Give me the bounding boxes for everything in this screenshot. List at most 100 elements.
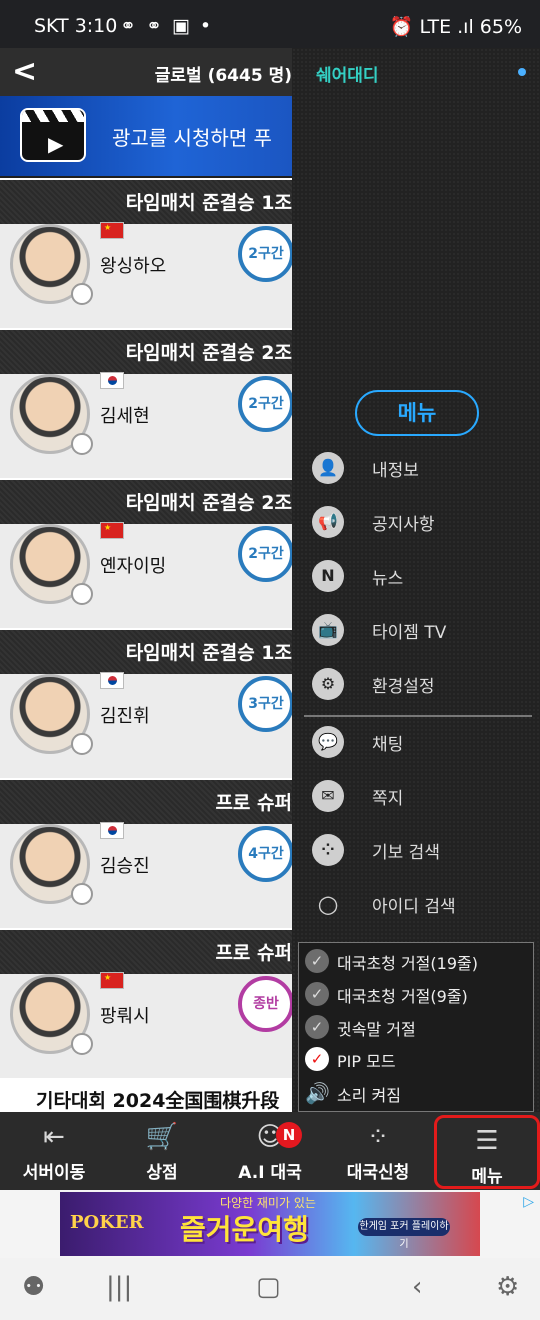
status-bar: SKT 3:10 ⚭ ⚭ ▣ • ⏰ LTE .ıl 65% [0, 0, 540, 48]
drawer-item-game-record-search[interactable]: ⁘ 기보 검색 [292, 828, 540, 876]
player-name: 옌자이밍 [100, 556, 167, 577]
ad-banner-text: 광고를 시청하면 푸 [112, 126, 272, 150]
tv-icon: 📺 [312, 614, 344, 646]
option-reject-9[interactable]: ✓ 대국초청 거절(9줄) [299, 978, 535, 1010]
nav-menu[interactable]: ☰ 메뉴 [434, 1115, 540, 1189]
drawer-brand: 쉐어대디 [316, 66, 379, 86]
option-pip-mode[interactable]: ✓ PIP 모드 [299, 1043, 535, 1075]
assistant-icon[interactable]: ⚙ [496, 1272, 519, 1302]
ad-brand: POKER [70, 1212, 144, 1233]
match-card[interactable]: 프로 슈퍼 팡뤄시 종반 [0, 928, 292, 1078]
option-label: 귓속말 거절 [337, 1020, 416, 1039]
stage-badge: 종반 [238, 976, 292, 1032]
match-title-bar: 타임매치 준결승 1조 [0, 180, 292, 224]
option-sound[interactable]: 🔊 소리 켜짐 [299, 1077, 535, 1109]
drawer-item-label: 내정보 [372, 461, 419, 481]
player-avatar [10, 374, 93, 455]
megaphone-icon: 📢 [312, 506, 344, 538]
flag-korea-icon [100, 372, 124, 389]
match-card[interactable]: 프로 슈퍼 김승진 4구간 [0, 778, 292, 928]
nav-ai-game[interactable]: ☺ N A.I 대국 [216, 1112, 324, 1190]
player-avatar [10, 974, 93, 1055]
options-panel: ✓ 대국초청 거절(19줄) ✓ 대국초청 거절(9줄) ✓ 귓속말 거절 ✓ … [298, 942, 534, 1112]
drawer-item-settings[interactable]: ⚙ 환경설정 [292, 662, 540, 710]
search-icon: ○ [317, 890, 339, 918]
divider [304, 715, 532, 717]
drawer-item-news[interactable]: N 뉴스 [292, 554, 540, 602]
system-nav-bar: ⚉ ||| ▢ ‹ ⚙ [0, 1258, 540, 1320]
ad-strip[interactable]: POKER 다양한 재미가 있는 즐거운여행 한게임 포커 플레이하기 ▷ [0, 1190, 540, 1258]
indicator-dot [518, 68, 526, 76]
drawer-item-label: 기보 검색 [372, 843, 440, 863]
drawer-item-my-info[interactable]: 👤 내정보 [292, 446, 540, 494]
ad-banner[interactable]: ▶ 광고를 시청하면 푸 [0, 96, 292, 176]
app-header: < 글로벌 (6445 명) [0, 48, 292, 96]
checkbox-checked-icon[interactable]: ✓ [305, 1047, 329, 1071]
match-card[interactable]: 타임매치 준결승 1조 왕싱하오 2구간 [0, 178, 292, 328]
news-icon: N [312, 560, 344, 592]
match-card[interactable]: 타임매치 준결승 2조 옌자이밍 2구간 [0, 478, 292, 628]
option-label: 대국초청 거절(9줄) [337, 987, 468, 1006]
drawer-item-label: 뉴스 [372, 569, 404, 589]
match-title-bar: 타임매치 준결승 1조 [0, 630, 292, 674]
match-title-bar: 프로 슈퍼 [0, 780, 292, 824]
drawer-item-label: 공지사항 [372, 515, 435, 535]
drawer-item-label: 타이젬 TV [372, 623, 447, 643]
status-right-icons: ⏰ LTE .ıl 65% [389, 16, 522, 38]
back-nav-icon[interactable]: ‹ [412, 1272, 422, 1302]
option-reject-whisper[interactable]: ✓ 귓속말 거절 [299, 1011, 535, 1043]
bottom-nav: ⇤ 서버이동 🛒 상점 ☺ N A.I 대국 ⁘ 대국신청 ☰ 메뉴 [0, 1112, 540, 1190]
video-clapper-icon: ▶ [20, 108, 86, 162]
checkbox-icon[interactable]: ✓ [305, 949, 329, 973]
match-list[interactable]: 타임매치 준결승 1조 왕싱하오 2구간 타임매치 준결승 2조 김세현 2구간… [0, 178, 292, 1112]
player-name: 김세현 [100, 406, 150, 427]
ai-head-icon: ☺ [256, 1122, 284, 1152]
flag-korea-icon [100, 822, 124, 839]
home-icon[interactable]: ▢ [256, 1272, 281, 1302]
status-dot [71, 283, 93, 305]
checkbox-icon[interactable]: ✓ [305, 982, 329, 1006]
ad-main-text: 즐거운여행 [180, 1213, 309, 1246]
drawer-item-message[interactable]: ✉ 쪽지 [292, 774, 540, 822]
back-icon[interactable]: < [12, 54, 37, 89]
drawer-item-chat[interactable]: 💬 채팅 [292, 720, 540, 768]
player-avatar [10, 524, 93, 605]
drawer-item-id-search[interactable]: ○ 아이디 검색 [292, 882, 540, 930]
game-launcher-icon[interactable]: ⚉ [22, 1272, 45, 1302]
match-title-bar: 타임매치 준결승 2조 [0, 330, 292, 374]
checkbox-icon[interactable]: ✓ [305, 1015, 329, 1039]
player-avatar [10, 824, 93, 905]
recents-icon[interactable]: ||| [106, 1272, 132, 1302]
poker-ad[interactable]: POKER 다양한 재미가 있는 즐거운여행 한게임 포커 플레이하기 [60, 1192, 480, 1256]
ad-cta-button[interactable]: 한게임 포커 플레이하기 [358, 1218, 450, 1250]
match-card[interactable]: 타임매치 준결승 2조 김세현 2구간 [0, 328, 292, 478]
stones-icon: ⁘ [367, 1122, 389, 1152]
nav-game-request[interactable]: ⁘ 대국신청 [324, 1112, 432, 1190]
gear-icon: ⚙ [312, 668, 344, 700]
drawer-item-notice[interactable]: 📢 공지사항 [292, 500, 540, 548]
player-name: 김승진 [100, 856, 150, 877]
option-reject-19[interactable]: ✓ 대국초청 거절(19줄) [299, 945, 535, 977]
list-item[interactable]: 기타대회 2024全国围棋升段 [0, 1080, 292, 1112]
flag-china-icon [100, 222, 124, 239]
match-card[interactable]: 타임매치 준결승 1조 김진휘 3구간 [0, 628, 292, 778]
drawer-item-label: 쪽지 [372, 789, 404, 809]
chat-icon: 💬 [312, 726, 344, 758]
match-title-bar: 타임매치 준결승 2조 [0, 480, 292, 524]
drawer-item-tv[interactable]: 📺 타이젬 TV [292, 608, 540, 656]
menu-header-button[interactable]: 메뉴 [355, 390, 479, 436]
option-label: PIP 모드 [337, 1052, 396, 1071]
speaker-icon[interactable]: 🔊 [305, 1081, 330, 1105]
adchoices-icon[interactable]: ▷ [523, 1194, 534, 1210]
drawer-item-label: 환경설정 [372, 677, 435, 697]
nav-label: A.I 대국 [238, 1163, 302, 1183]
match-title: 프로 슈퍼 [215, 792, 292, 814]
stage-badge: 3구간 [238, 676, 292, 732]
status-dot [71, 883, 93, 905]
nav-server-move[interactable]: ⇤ 서버이동 [0, 1112, 108, 1190]
menu-doc-icon: ☰ [475, 1126, 499, 1156]
nav-shop[interactable]: 🛒 상점 [108, 1112, 216, 1190]
match-title: 타임매치 준결승 1조 [125, 192, 292, 214]
cart-icon: 🛒 [145, 1122, 179, 1152]
match-title: 타임매치 준결승 1조 [125, 642, 292, 664]
